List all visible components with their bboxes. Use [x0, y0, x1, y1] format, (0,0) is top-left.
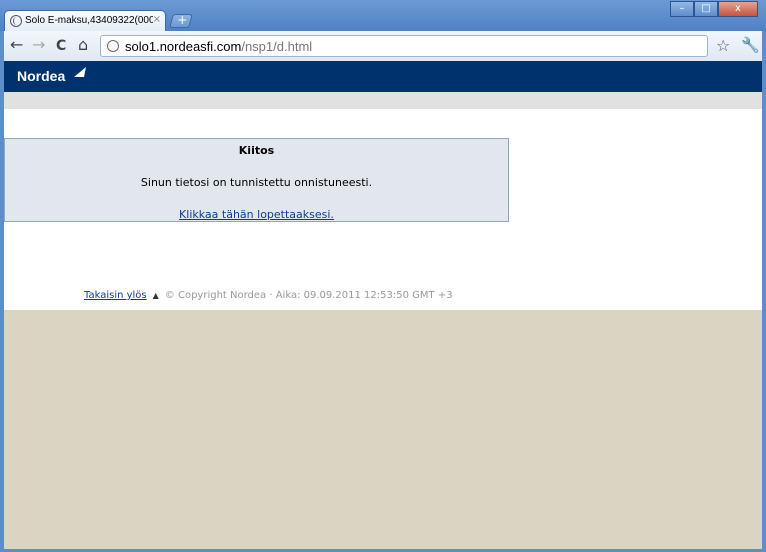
window-controls: – □ x: [670, 1, 758, 17]
reload-button[interactable]: C: [56, 38, 66, 54]
finish-link[interactable]: Klikkaa tähän lopettaaksesi.: [179, 208, 334, 221]
close-window-button[interactable]: x: [718, 1, 758, 17]
globe-icon: [10, 15, 22, 27]
content-area: Kiitos Sinun tietosi on tunnistettu onni…: [4, 109, 762, 310]
browser-tab[interactable]: Solo E-maksu,43409322(000-( ×: [4, 10, 166, 32]
copyright-text: © Copyright Nordea · Aika: 09.09.2011 12…: [164, 290, 453, 301]
nordea-logo: Nordea: [17, 68, 66, 84]
page-viewport: Nordea Kiitos Sinun tietosi on tunnistet…: [4, 61, 762, 549]
tab-title: Solo E-maksu,43409322(000-(: [25, 15, 153, 26]
confirmation-box: Kiitos Sinun tietosi on tunnistettu onni…: [4, 138, 509, 222]
tab-close-button[interactable]: ×: [153, 14, 161, 25]
back-to-top-link[interactable]: Takaisin ylös: [84, 290, 147, 301]
maximize-button[interactable]: □: [694, 1, 718, 17]
title-bar: Solo E-maksu,43409322(000-( × + – □ x: [0, 0, 766, 32]
back-button[interactable]: ←: [10, 37, 23, 53]
footer: Takaisin ylös ▲ © Copyright Nordea · Aika:…: [84, 290, 453, 301]
confirmation-text: Sinun tietosi on tunnistettu onnistunees…: [140, 176, 373, 189]
new-tab-button[interactable]: +: [169, 13, 193, 28]
minimize-button[interactable]: –: [670, 1, 694, 17]
forward-button[interactable]: →: [32, 37, 45, 53]
sail-logo-icon: [74, 67, 86, 77]
arrow-up-icon: ▲: [152, 291, 159, 300]
bookmark-star-icon[interactable]: ☆: [716, 36, 730, 55]
wrench-icon[interactable]: 🔧: [741, 36, 760, 54]
plus-icon: +: [177, 13, 188, 27]
confirmation-title: Kiitos: [238, 144, 275, 157]
url-text: solo1.nordeasfi.com/nsp1/d.html: [125, 39, 313, 54]
address-bar[interactable]: solo1.nordeasfi.com/nsp1/d.html: [100, 35, 708, 57]
brand-header: Nordea: [4, 61, 762, 92]
home-button[interactable]: ⌂: [78, 37, 88, 53]
grey-strip: [4, 92, 762, 109]
browser-window: Solo E-maksu,43409322(000-( × + – □ x ← …: [0, 0, 766, 552]
globe-icon: [107, 40, 119, 52]
browser-toolbar: ← → C ⌂ solo1.nordeasfi.com/nsp1/d.html …: [4, 31, 762, 61]
